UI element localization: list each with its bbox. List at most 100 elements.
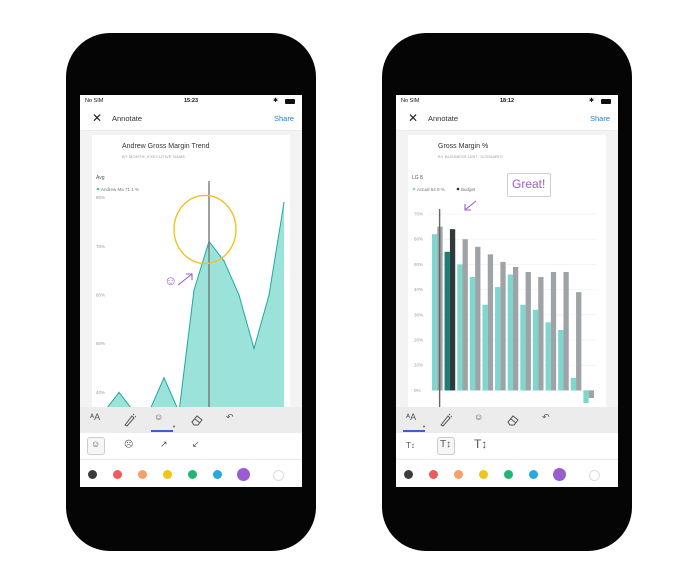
y-tick-label: 70% xyxy=(96,244,105,249)
color-swatch-3[interactable] xyxy=(454,470,463,479)
color-swatch-5[interactable] xyxy=(188,470,197,479)
y-tick-label: 10% xyxy=(414,363,423,368)
legend-actual: Actual 54.9 % xyxy=(417,187,445,192)
y-tick-label: 40% xyxy=(96,390,105,395)
nav-bar: ✕ Annotate Share xyxy=(80,108,302,131)
color-swatch-1[interactable] xyxy=(88,470,97,479)
screen-right: No SIM 18:12 ✱ ✕ Annotate Share Gross Ma… xyxy=(396,95,618,487)
legend-dot-actual xyxy=(412,187,416,191)
undo-icon[interactable]: ↶ xyxy=(542,412,550,423)
annotation-toolbar: ᴬA ▼ ☺ ↶ xyxy=(396,407,618,433)
doodle-arrow-icon xyxy=(464,200,477,211)
neutral-emoji-icon[interactable]: ☹ xyxy=(124,439,133,450)
data-point xyxy=(268,294,270,296)
battery-icon xyxy=(601,99,611,104)
legend-header: Avg xyxy=(96,175,105,181)
color-swatch-8[interactable] xyxy=(273,470,284,481)
active-tool-indicator xyxy=(403,430,425,432)
legend-dot-budget xyxy=(456,187,460,191)
bluetooth-icon: ✱ xyxy=(272,98,278,104)
area-fill xyxy=(104,202,284,407)
color-swatch-6[interactable] xyxy=(213,470,222,479)
bar-actual xyxy=(457,264,463,391)
color-swatch-2[interactable] xyxy=(113,470,122,479)
y-tick-label: 40% xyxy=(414,287,423,292)
y-tick-label: 30% xyxy=(414,312,423,317)
bar-actual xyxy=(482,304,488,391)
data-point xyxy=(163,377,165,379)
annotation-bubble: Great! xyxy=(507,173,551,197)
color-swatch-2[interactable] xyxy=(429,470,438,479)
bluetooth-icon: ✱ xyxy=(588,98,594,104)
bar-budget xyxy=(563,271,569,391)
legend-budget: Budget xyxy=(461,187,476,192)
bar-actual xyxy=(495,287,501,391)
text-large-icon[interactable]: T↕ xyxy=(474,437,487,451)
color-swatch-4[interactable] xyxy=(163,470,172,479)
bar-budget xyxy=(500,261,506,391)
y-tick-label: 80% xyxy=(96,195,105,200)
color-swatch-7[interactable] xyxy=(553,468,566,481)
bar-budget xyxy=(512,266,519,391)
chart-card: Gross Margin % BY BUSINESS UNIT, SCENARI… xyxy=(408,135,606,407)
share-button[interactable]: Share xyxy=(274,114,294,123)
color-swatch-7[interactable] xyxy=(237,468,250,481)
bar-actual xyxy=(469,277,476,391)
legend-item: Andrew Ma 71.1 % xyxy=(101,187,139,192)
y-tick-label: 70% xyxy=(414,212,423,217)
bar-budget xyxy=(538,277,544,391)
y-tick-label: 0% xyxy=(414,388,421,393)
data-point xyxy=(223,260,225,262)
chevron-down-icon: ▼ xyxy=(422,424,426,429)
text-size-icon[interactable]: ᴬA xyxy=(90,412,100,422)
color-swatch-5[interactable] xyxy=(504,470,513,479)
bar-actual xyxy=(545,322,551,391)
share-button[interactable]: Share xyxy=(590,114,610,123)
legend-header: LG 8 xyxy=(412,175,423,181)
smile-emoji-icon[interactable]: ☺ xyxy=(91,439,100,449)
bar-actual xyxy=(570,377,577,391)
emoji-icon[interactable]: ☺ xyxy=(474,412,483,422)
undo-icon[interactable]: ↶ xyxy=(226,412,234,423)
arrow-down-left-icon[interactable]: ↙ xyxy=(192,439,200,450)
data-point xyxy=(253,347,255,350)
bar-actual xyxy=(520,304,526,391)
page-title: Annotate xyxy=(112,114,143,123)
data-point xyxy=(238,294,240,296)
phone-right: No SIM 18:12 ✱ ✕ Annotate Share Gross Ma… xyxy=(382,33,632,551)
eraser-icon[interactable] xyxy=(506,414,520,426)
y-tick-label: 20% xyxy=(414,338,423,343)
color-swatch-8[interactable] xyxy=(589,470,600,481)
data-point xyxy=(118,391,120,393)
active-tool-indicator xyxy=(151,430,173,432)
color-swatch-4[interactable] xyxy=(479,470,488,479)
emoji-icon[interactable]: ☺ xyxy=(154,412,163,422)
bar-budget xyxy=(475,246,481,391)
bar-actual xyxy=(432,234,438,391)
text-small-icon[interactable]: T↕ xyxy=(406,441,415,450)
bubble-text: Great! xyxy=(512,177,546,191)
eraser-icon[interactable] xyxy=(190,414,204,426)
data-point xyxy=(283,201,285,204)
close-icon[interactable]: ✕ xyxy=(92,112,102,124)
emoji-subtools: ☺ ☹ ↗ ↙ xyxy=(80,433,302,459)
bar-actual xyxy=(532,309,539,391)
color-swatch-6[interactable] xyxy=(529,470,538,479)
chevron-down-icon: ▼ xyxy=(172,424,176,429)
y-tick-label: 60% xyxy=(96,293,105,298)
text-size-icon[interactable]: ᴬA xyxy=(406,412,416,422)
doodle-arrow-icon xyxy=(177,273,193,286)
text-medium-icon[interactable]: T↕ xyxy=(440,439,451,450)
phone-left: No SIM 15:23 ✱ ✕ Annotate Share Andrew G… xyxy=(66,33,316,551)
color-swatch-3[interactable] xyxy=(138,470,147,479)
pen-icon[interactable] xyxy=(122,413,136,427)
annotation-toolbar: ᴬA ☺ ▼ ↶ xyxy=(80,407,302,433)
color-swatch-1[interactable] xyxy=(404,470,413,479)
bar-budget xyxy=(550,271,557,391)
color-palette xyxy=(396,459,618,487)
close-icon[interactable]: ✕ xyxy=(408,112,418,124)
nav-bar: ✕ Annotate Share xyxy=(396,108,618,131)
pen-icon[interactable] xyxy=(438,413,452,427)
arrow-up-right-icon[interactable]: ↗ xyxy=(160,439,168,450)
bar-budget xyxy=(525,271,531,391)
